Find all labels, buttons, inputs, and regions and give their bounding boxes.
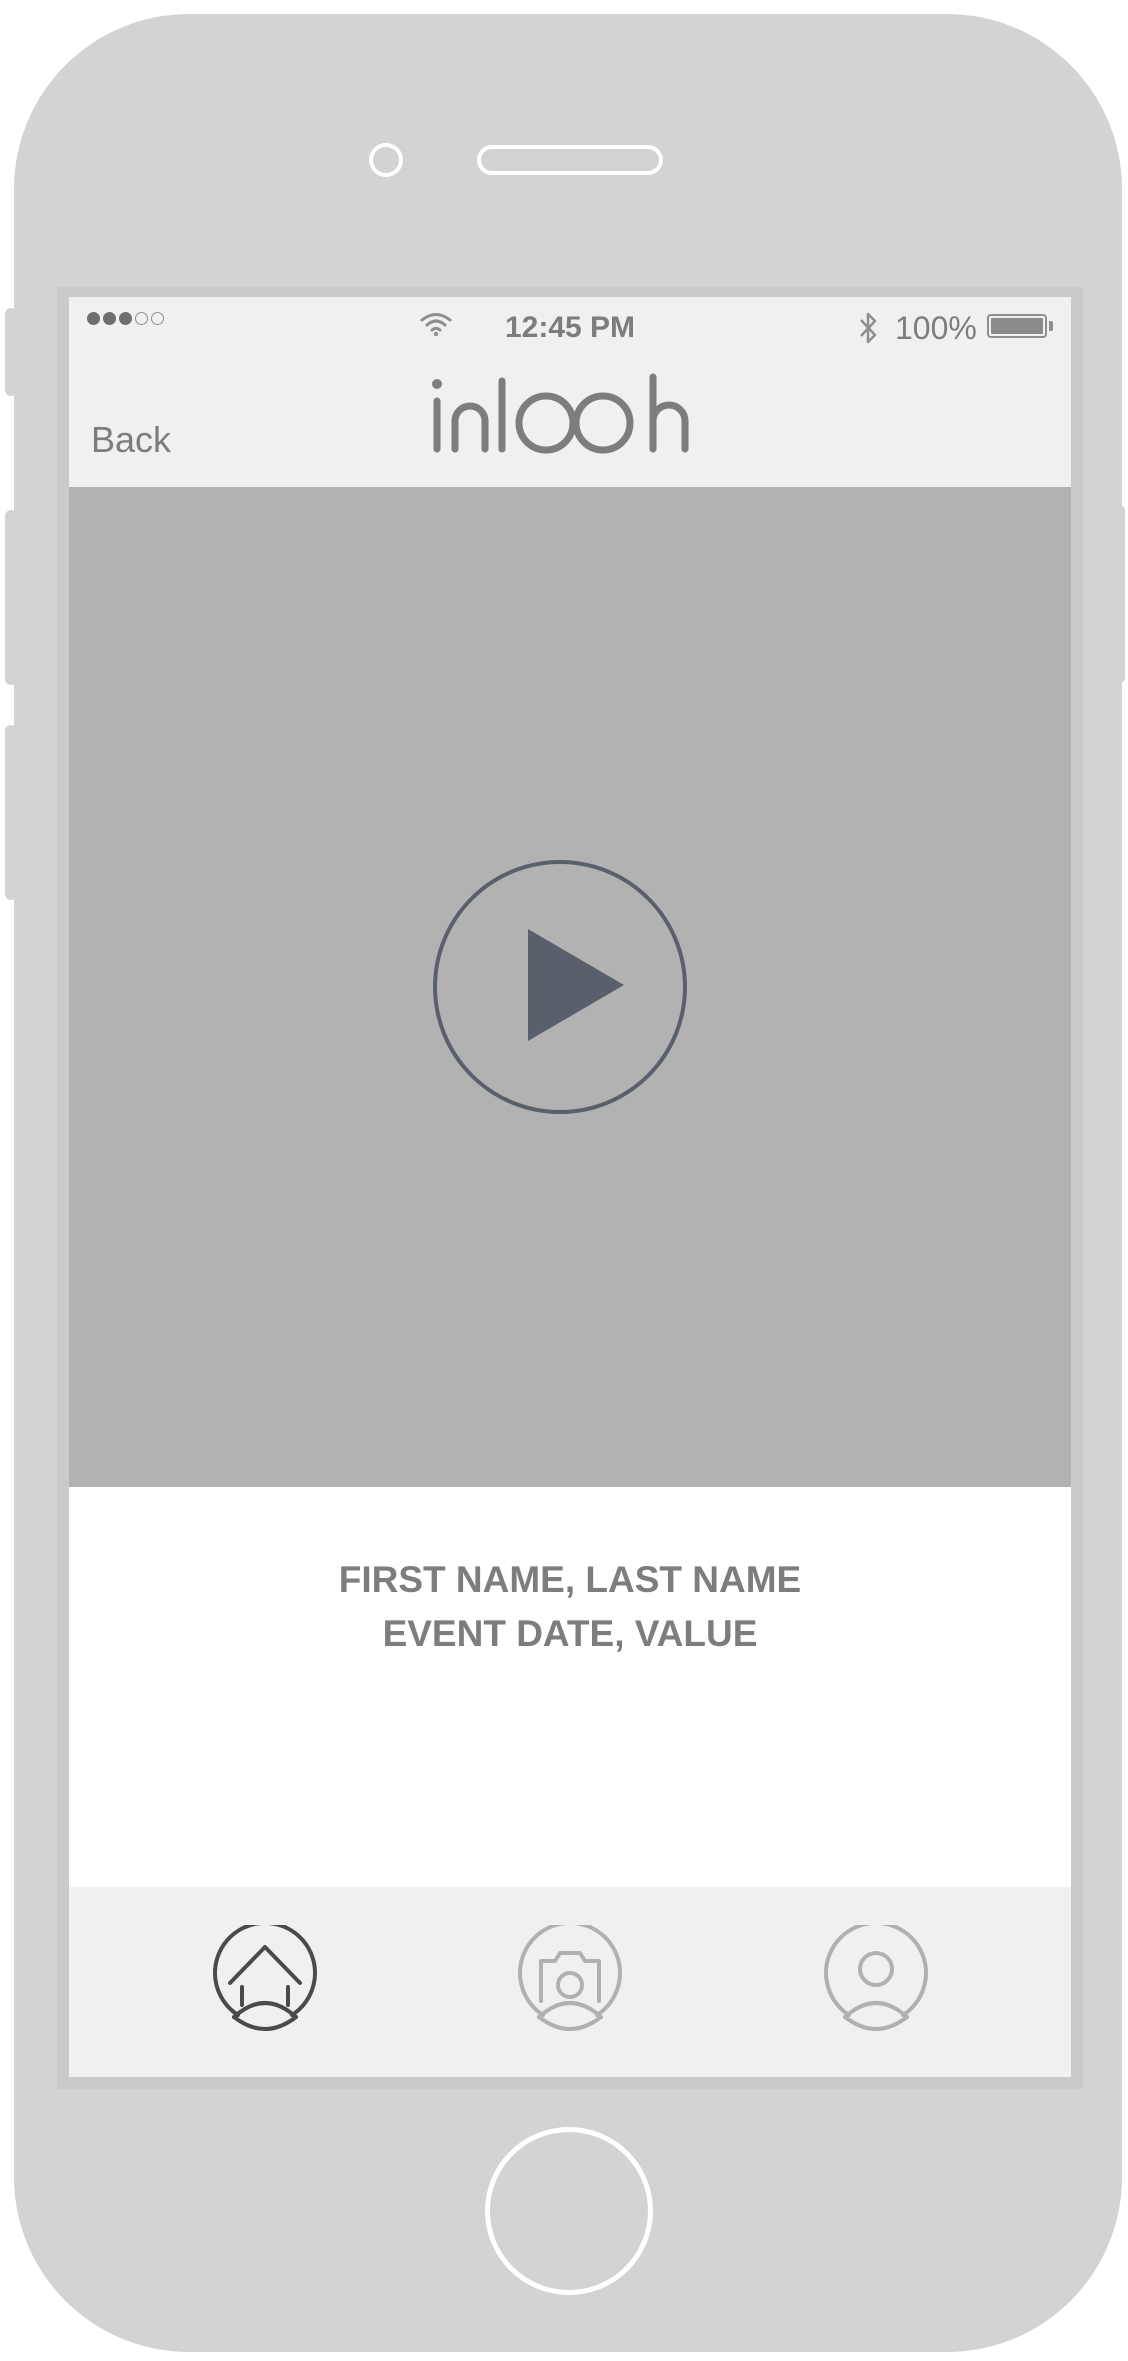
back-button[interactable]: Back xyxy=(91,419,171,461)
profile-icon[interactable] xyxy=(821,1925,931,2035)
attendee-name: FIRST NAME, LAST NAME xyxy=(338,1559,802,1600)
tab-bar xyxy=(69,1887,1071,2077)
battery-icon xyxy=(987,314,1047,338)
event-info: FIRST NAME, LAST NAME EVENT DATE, VALUE xyxy=(69,1487,1071,1887)
battery-percent: 100% xyxy=(895,310,977,346)
status-bar: 12:45 PM 100% xyxy=(69,297,1071,346)
home-button[interactable] xyxy=(485,2127,653,2295)
app-header: 12:45 PM 100% Back xyxy=(69,297,1071,487)
mute-switch xyxy=(5,308,17,396)
play-icon[interactable] xyxy=(432,859,688,1115)
battery-tip xyxy=(1049,321,1053,331)
camera-user-icon[interactable] xyxy=(515,1925,625,2035)
video-player[interactable] xyxy=(69,487,1071,1487)
volume-up-button xyxy=(5,510,17,685)
inlooh-logo xyxy=(432,373,689,454)
event-details: EVENT DATE, VALUE xyxy=(382,1613,758,1654)
volume-down-button xyxy=(5,725,17,900)
earpiece-speaker xyxy=(477,145,663,175)
screen: 12:45 PM 100% Back FIRST NAME, LAST NAME… xyxy=(69,297,1071,2077)
bluetooth-icon xyxy=(860,312,877,344)
front-camera xyxy=(369,143,403,177)
power-button xyxy=(1115,505,1125,683)
home-icon[interactable] xyxy=(210,1925,320,2035)
